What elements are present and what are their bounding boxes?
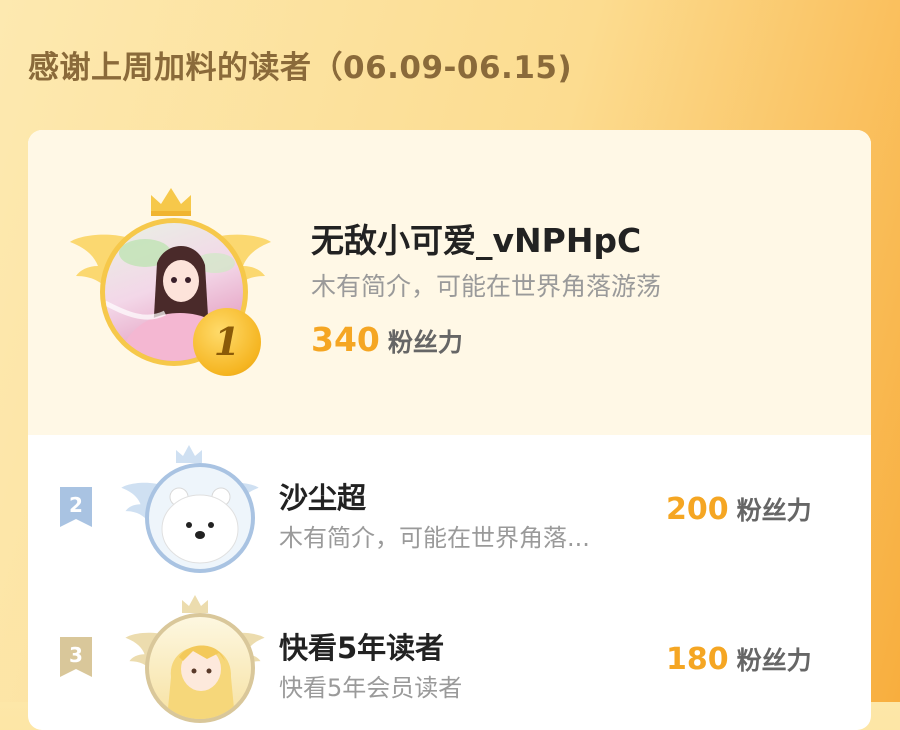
- blonde-girl-icon: [167, 645, 235, 719]
- top-reader-bio: 木有简介，可能在世界角落游荡: [311, 272, 662, 301]
- rank-badge-gold: 1: [193, 308, 261, 376]
- crown-icon: [176, 445, 202, 463]
- score-unit: 粉丝力: [736, 646, 812, 675]
- score-unit: 粉丝力: [387, 328, 463, 357]
- reader-avatar[interactable]: [145, 463, 255, 573]
- polar-bear-icon: [161, 487, 239, 564]
- reader-score: 200 粉丝力: [666, 491, 812, 527]
- top-reader-section[interactable]: 1 无敌小可爱_vNPHpC 木有简介，可能在世界角落游荡 340 粉丝力: [28, 130, 871, 435]
- score-unit: 粉丝力: [736, 496, 812, 525]
- top-reader-name: 无敌小可爱_vNPHpC: [311, 221, 642, 260]
- leaderboard-card: 1 无敌小可爱_vNPHpC 木有简介，可能在世界角落游荡 340粉丝力 2: [28, 130, 871, 730]
- list-item[interactable]: 3 快看5年读者 快看5年会员读者 180 粉丝力: [28, 585, 871, 730]
- list-item[interactable]: 2 沙尘超 木有简介，可能在世界角落... 200 粉丝力: [28, 435, 871, 585]
- rank-badge-bronze: 3: [60, 637, 92, 677]
- reader-name: 沙尘超: [279, 481, 367, 515]
- reader-name: 快看5年读者: [279, 631, 445, 665]
- score-value: 200: [666, 492, 729, 527]
- score-value: 180: [666, 642, 729, 677]
- crown-icon: [151, 188, 191, 216]
- top-reader-score: 340 粉丝力: [311, 320, 463, 359]
- page-title: 感谢上周加料的读者（06.09-06.15): [28, 50, 573, 86]
- rank-badge-silver: 2: [60, 487, 92, 527]
- reader-avatar[interactable]: [145, 613, 255, 723]
- page-background: 感谢上周加料的读者（06.09-06.15) 1 无敌小可爱_vNPHpC 木有…: [0, 0, 900, 730]
- crown-icon: [182, 595, 208, 613]
- reader-score: 180 粉丝力: [666, 641, 812, 677]
- reader-bio: 木有简介，可能在世界角落...: [279, 524, 590, 552]
- reader-bio: 快看5年会员读者: [279, 674, 463, 702]
- score-value: 340: [311, 320, 380, 359]
